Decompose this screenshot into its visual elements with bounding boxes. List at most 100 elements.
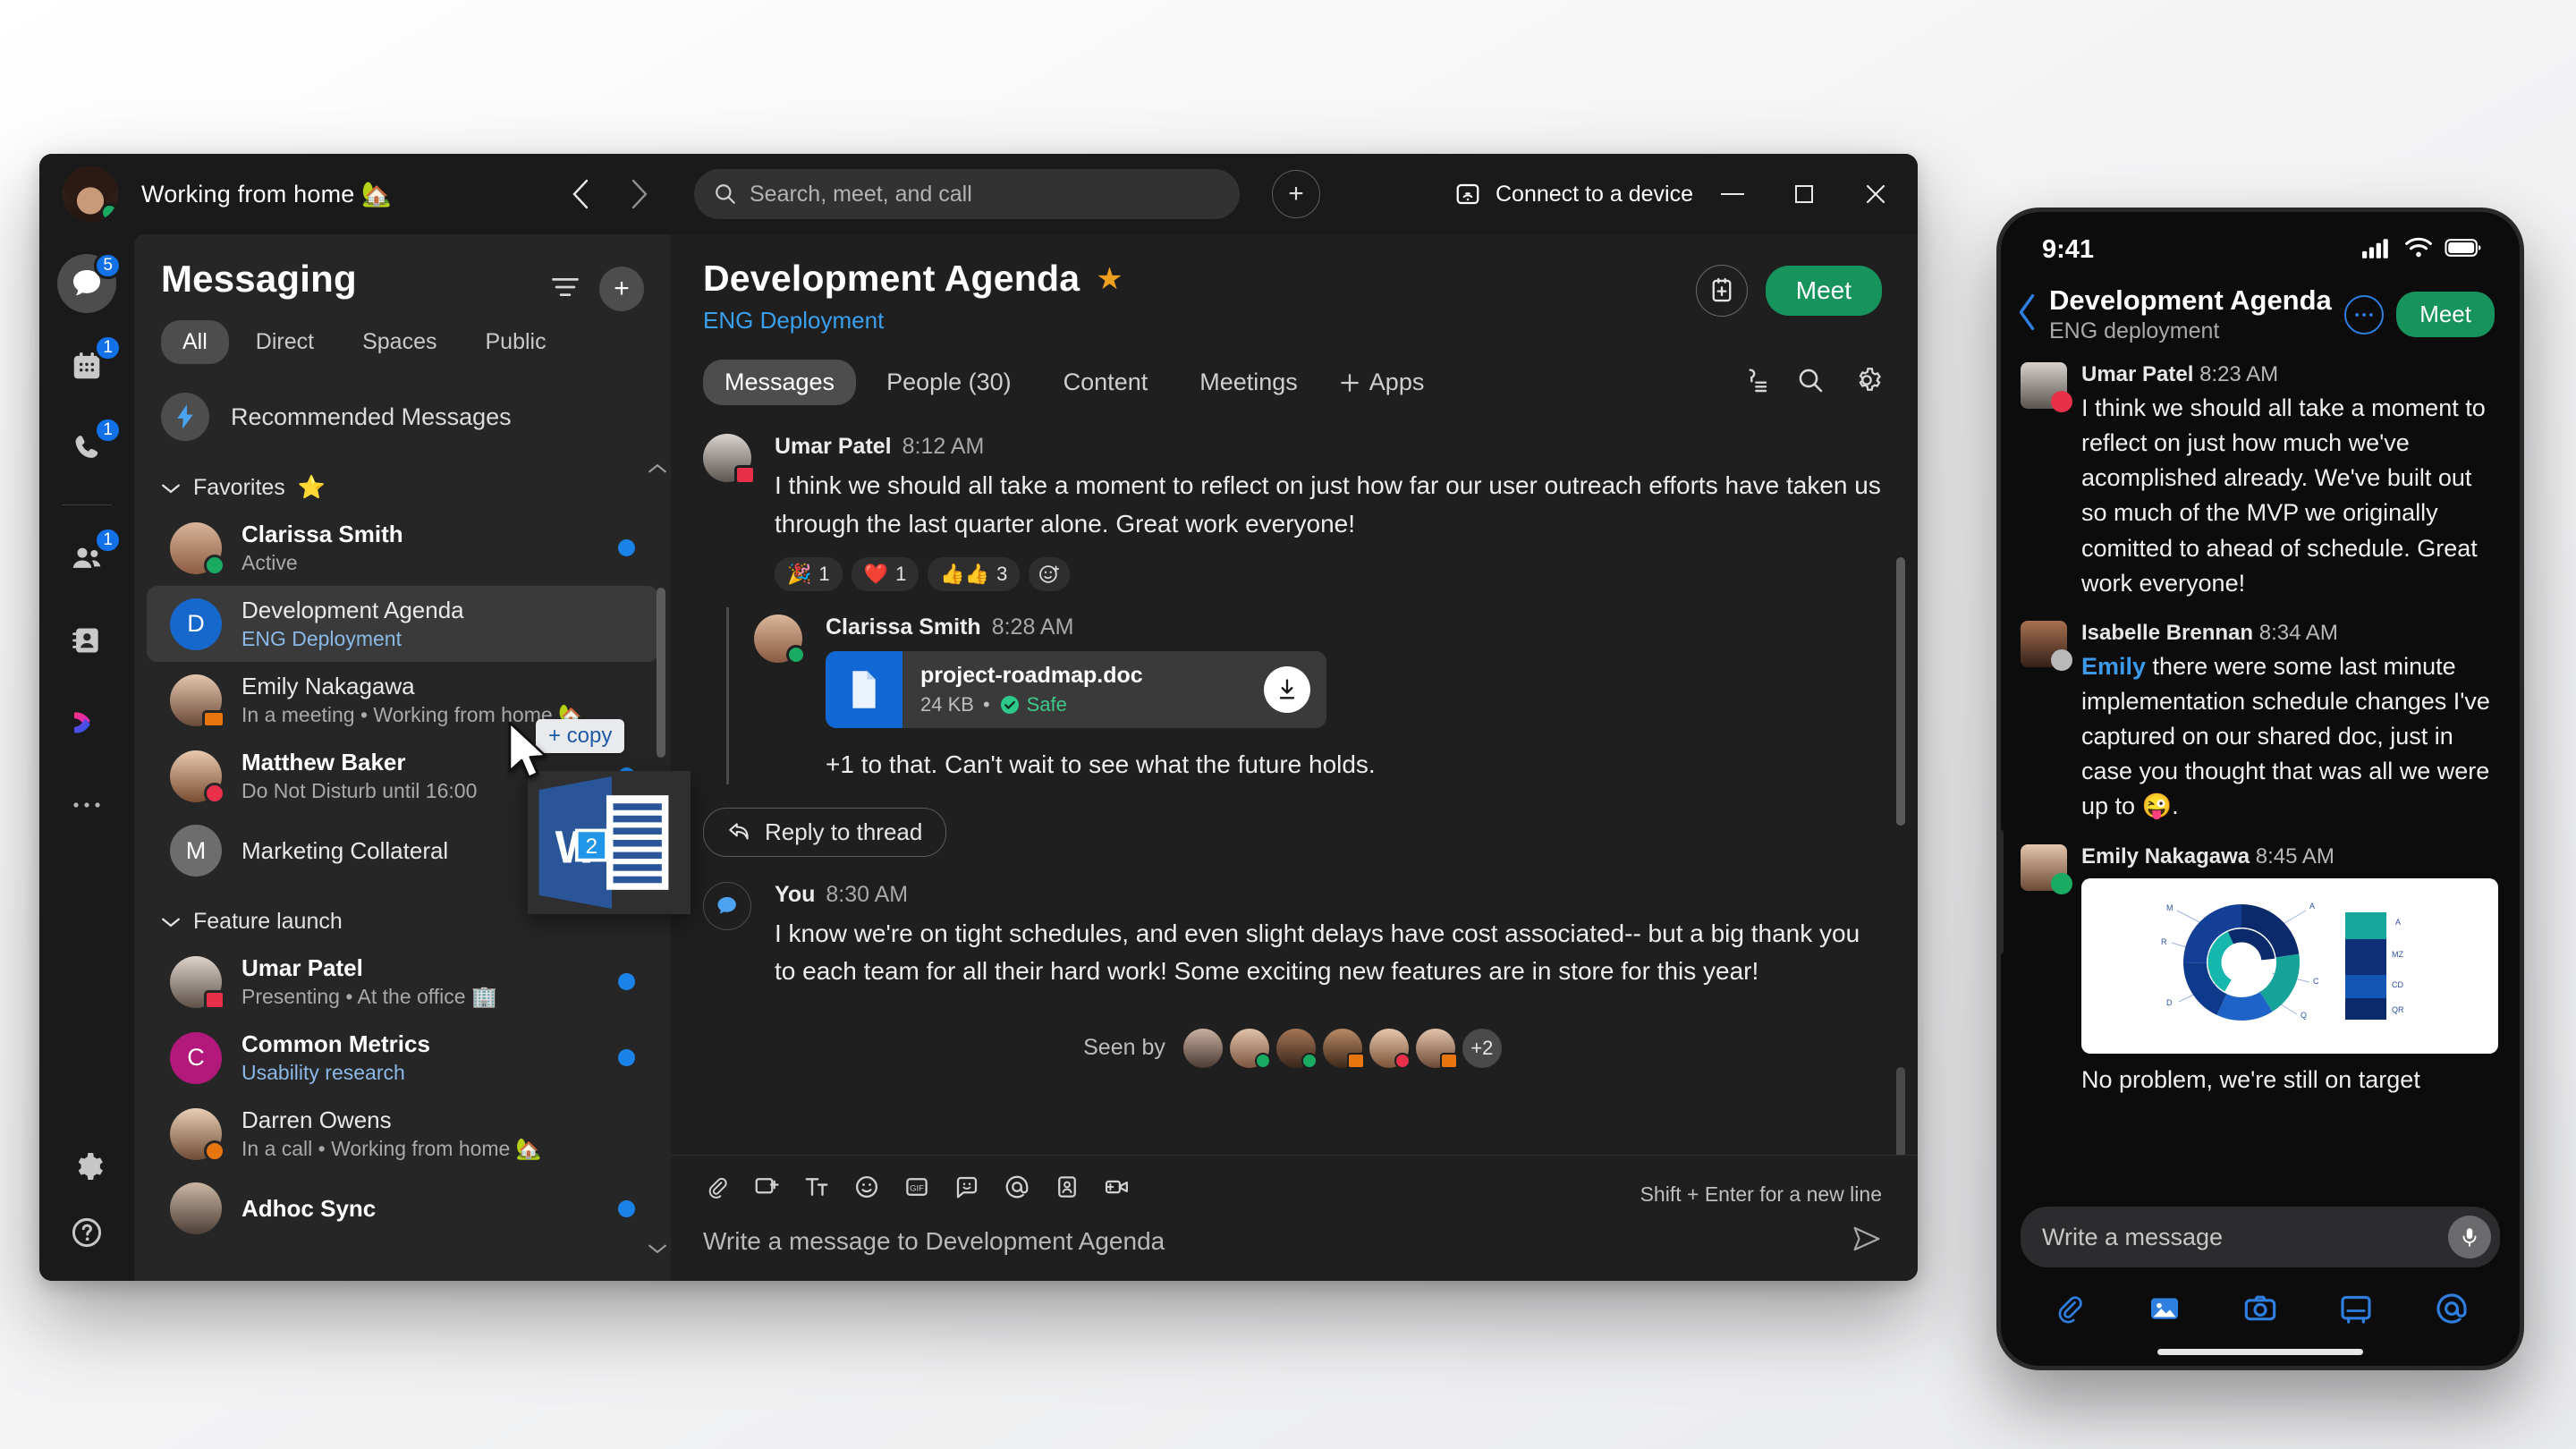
message-input[interactable]: Write a message to Development Agenda (703, 1224, 1882, 1258)
mention-chip[interactable]: Emily (2081, 653, 2146, 680)
conversation-item-darren-owens[interactable]: Darren Owens In a call • Working from ho… (147, 1096, 658, 1172)
user-status-text[interactable]: Working from home 🏡 (141, 180, 392, 208)
presence-badge-presenting (734, 465, 756, 485)
close-button[interactable] (1860, 179, 1891, 209)
reaction-tada[interactable]: 🎉 1 (775, 557, 843, 592)
rail-item-teams[interactable]: 1 (57, 527, 122, 588)
conversation-item-clarissa-smith[interactable]: Clarissa Smith Active (147, 510, 658, 586)
mention-icon[interactable] (2434, 1291, 2470, 1331)
rail-item-contacts[interactable] (57, 611, 116, 670)
avatar (2021, 620, 2072, 671)
avatar[interactable] (1322, 1028, 1365, 1069)
user-avatar[interactable] (63, 166, 118, 222)
emoji-icon[interactable] (853, 1174, 880, 1205)
search-input[interactable]: Search, meet, and call (694, 169, 1240, 219)
file-size: 24 KB (920, 693, 974, 716)
attachment-icon[interactable] (703, 1174, 730, 1205)
send-icon[interactable] (1852, 1224, 1882, 1258)
conversation-item-development-agenda[interactable]: D Development Agenda ENG Deployment (147, 586, 658, 662)
tab-people[interactable]: People (30) (865, 360, 1033, 405)
reaction-thumbsup[interactable]: 👍👍 3 (928, 557, 1021, 592)
phone-message-thread[interactable]: Umar Patel 8:23 AM I think we should all… (2001, 357, 2520, 1201)
ellipsis-circle-icon[interactable] (2344, 294, 2385, 335)
question-circle-icon[interactable] (70, 1216, 104, 1254)
chip-all[interactable]: All (161, 320, 229, 364)
avatar[interactable] (1229, 1028, 1271, 1069)
filter-chips: All Direct Spaces Public (161, 320, 644, 364)
avatar (703, 881, 751, 930)
phone-meet-button[interactable]: Meet (2396, 292, 2495, 337)
tab-content[interactable]: Content (1042, 360, 1170, 405)
mention-icon[interactable] (1004, 1174, 1030, 1205)
chat-panel: Development Agenda ★ ENG Deployment Meet… (671, 234, 1918, 1281)
conversation-item-umar-patel[interactable]: Umar Patel Presenting • At the office 🏢 (147, 944, 658, 1020)
conversation-subtitle: Active (242, 551, 298, 574)
camera-icon[interactable] (2242, 1291, 2278, 1331)
download-icon[interactable] (1264, 666, 1310, 714)
message-reactions: 🎉 1 ❤️ 1 👍👍 3 (775, 557, 1882, 592)
scroll-up-icon[interactable] (648, 462, 667, 479)
chart-attachment-card[interactable]: M R D A C Q A MZ CD QR (2081, 877, 2498, 1054)
avatar[interactable] (1415, 1028, 1458, 1069)
format-text-icon[interactable] (803, 1174, 830, 1205)
svg-text:CD: CD (2392, 980, 2403, 989)
add-apps-button[interactable]: Apps (1328, 369, 1424, 396)
avatar[interactable] (1182, 1028, 1223, 1068)
add-video-icon[interactable] (1104, 1174, 1132, 1205)
microphone-icon[interactable] (2448, 1216, 2491, 1258)
bolt-icon (161, 393, 209, 441)
gear-icon[interactable] (69, 1148, 105, 1189)
conversation-item-adhoc-sync[interactable]: Adhoc Sync (147, 1172, 658, 1245)
phone-message-input[interactable]: Write a message (2021, 1207, 2500, 1267)
chip-direct[interactable]: Direct (234, 320, 335, 364)
gear-icon[interactable] (1852, 365, 1882, 400)
new-conversation-button[interactable]: + (599, 267, 644, 311)
rail-item-calendar[interactable]: 1 (57, 335, 122, 395)
rail-item-more[interactable] (57, 775, 116, 835)
image-icon[interactable] (2147, 1291, 2182, 1331)
message-thread[interactable]: Umar Patel 8:12 AM I think we should all … (671, 405, 1918, 1155)
rail-item-calling[interactable]: 1 (57, 417, 122, 478)
group-emoji: ⭐ (297, 475, 326, 500)
whiteboard-icon[interactable] (2338, 1291, 2374, 1331)
conversation-name: Emily Nakagawa (242, 673, 415, 699)
back-icon[interactable] (562, 175, 599, 213)
gif-icon[interactable]: GIF (903, 1174, 930, 1205)
seen-by-overflow[interactable]: +2 (1462, 1028, 1502, 1068)
conversation-item-common-metrics[interactable]: C Common Metrics Usability research (147, 1020, 658, 1096)
search-icon[interactable] (1796, 366, 1825, 399)
avatar[interactable] (1368, 1028, 1411, 1069)
pin-list-icon[interactable] (1741, 366, 1769, 399)
forward-icon[interactable] (621, 175, 658, 213)
file-attachment-card[interactable]: project-roadmap.doc 24 KB • Safe (826, 651, 1326, 729)
recommended-messages-item[interactable]: Recommended Messages (134, 380, 671, 453)
tab-messages[interactable]: Messages (703, 360, 857, 405)
screen-share-icon[interactable] (753, 1174, 780, 1205)
window-titlebar: Working from home 🏡 Search, meet, and ca… (39, 154, 1918, 234)
reply-to-thread-button[interactable]: Reply to thread (703, 807, 947, 857)
attachment-icon[interactable] (2051, 1291, 2087, 1331)
filter-icon[interactable] (551, 275, 580, 304)
tab-meetings[interactable]: Meetings (1178, 360, 1319, 405)
add-to-calendar-icon[interactable] (1695, 265, 1748, 317)
chat-scrollbar[interactable] (1896, 441, 1905, 1155)
connect-to-device-button[interactable]: Connect to a device (1454, 181, 1693, 208)
maximize-button[interactable] (1789, 179, 1819, 209)
avatar (2021, 362, 2072, 412)
meet-button[interactable]: Meet (1765, 266, 1882, 316)
rail-item-messaging[interactable]: 5 (57, 252, 122, 313)
avatar[interactable] (1275, 1028, 1318, 1069)
add-reaction-icon[interactable] (1029, 557, 1071, 592)
scroll-down-icon[interactable] (648, 1242, 667, 1259)
back-icon[interactable] (2017, 293, 2037, 335)
group-header-favorites[interactable]: Favorites ⭐ (134, 453, 671, 510)
reaction-heart[interactable]: ❤️ 1 (851, 557, 919, 592)
chip-spaces[interactable]: Spaces (341, 320, 458, 364)
contact-card-icon[interactable] (1054, 1174, 1080, 1205)
star-icon[interactable]: ★ (1096, 261, 1123, 297)
new-item-button[interactable]: + (1272, 170, 1320, 218)
sticker-icon[interactable] (953, 1174, 980, 1205)
rail-item-webex-apps[interactable] (57, 693, 116, 752)
chip-public[interactable]: Public (463, 320, 567, 364)
minimize-button[interactable] (1717, 179, 1748, 209)
